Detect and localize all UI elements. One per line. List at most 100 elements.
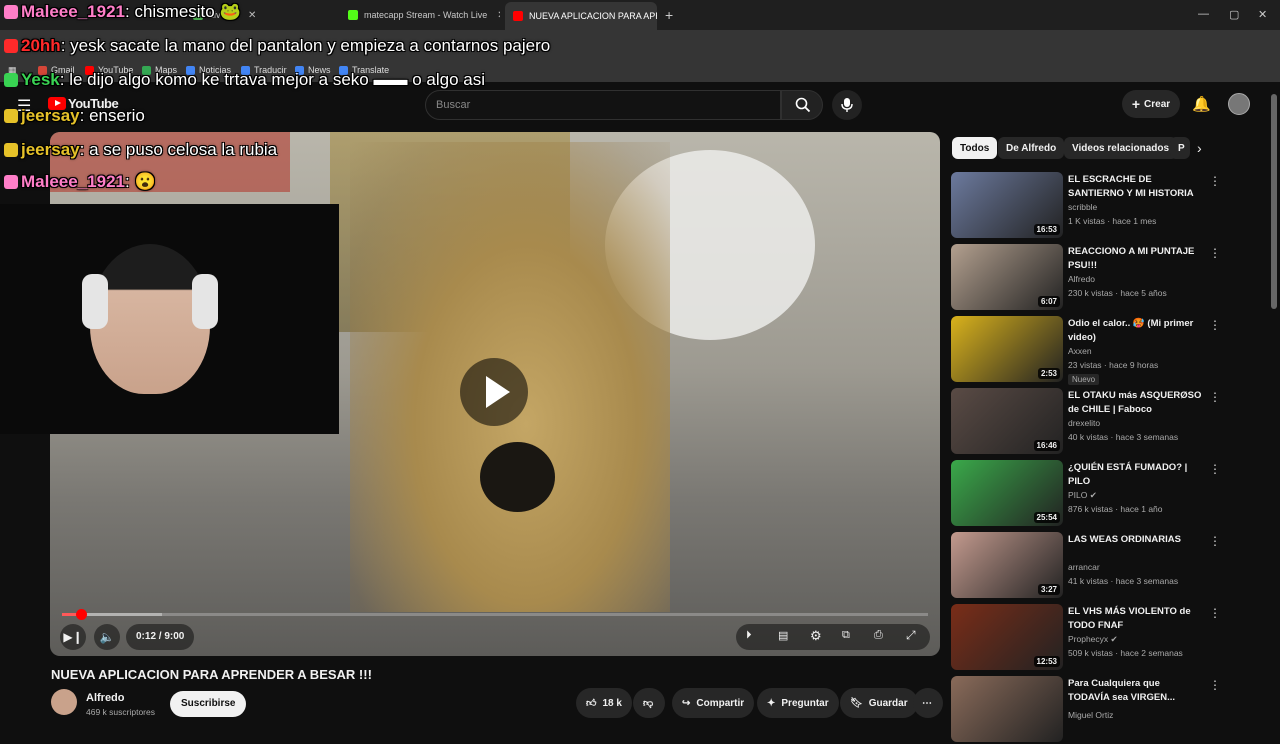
chip-todos[interactable]: Todos [952,137,998,159]
new-badge: Nuevo [1068,374,1100,385]
like-count: 18 k [602,697,622,709]
volume-button[interactable]: 🔈 [94,624,120,650]
video-thumbnail[interactable]: 6:07 [951,244,1063,310]
headphone-right [192,274,218,329]
recommendation-item[interactable]: 12:53 EL VHS MÁS VIOLENTO de TODO FNAF P… [951,604,1231,672]
chip-more[interactable]: P [1170,137,1190,159]
recommendation-channel[interactable]: Alfredo [1068,274,1095,284]
create-button[interactable]: + Crear [1122,90,1180,118]
minimize-button[interactable]: — [1198,8,1209,20]
recommendation-item[interactable]: Para Cualquiera que TODAVÍA sea VIRGEN..… [951,676,1231,744]
recommendation-channel[interactable]: Miguel Ortiz [1068,710,1113,720]
save-button[interactable]: 🔖︎ Guardar [840,688,918,718]
fullscreen-icon[interactable]: ⤢ [906,628,916,643]
recommendation-meta: 876 k vistas · hace 1 año [1068,504,1163,514]
recommendation-item[interactable]: 16:53 EL ESCRACHE DE SANTIERNO Y MI HIST… [951,172,1231,240]
recommendation-title[interactable]: EL VHS MÁS VIOLENTO de TODO FNAF [1068,605,1203,633]
account-avatar[interactable] [1228,93,1250,115]
chip-de-alfredo[interactable]: De Alfredo [998,137,1065,159]
save-label: Guardar [868,697,908,709]
recommendation-item[interactable]: 16:46 EL OTAKU más ASQUERØSO de CHILE | … [951,388,1231,456]
more-vertical-icon[interactable]: ⋮ [1209,174,1221,188]
recommendation-item[interactable]: 3:27 LAS WEAS ORDINARIAS arrancar 41 k v… [951,532,1231,600]
video-thumbnail[interactable]: 3:27 [951,532,1063,598]
more-vertical-icon[interactable]: ⋮ [1209,678,1221,692]
subtitles-icon[interactable]: ▤ [778,629,788,642]
duration-badge: 6:07 [1037,296,1060,307]
more-horizontal-icon: ⋯ [922,697,932,709]
play-icon [486,376,510,408]
miniplayer-icon[interactable]: ⧉ [842,629,850,642]
create-label: Crear [1144,98,1171,110]
big-play-button[interactable] [460,358,528,426]
share-button[interactable]: ↪ Compartir [672,688,755,718]
video-thumbnail[interactable]: 16:53 [951,172,1063,238]
like-button[interactable]: 👍︎ 18 k [576,688,632,718]
recommendation-title[interactable]: LAS WEAS ORDINARIAS [1068,533,1203,547]
more-vertical-icon[interactable]: ⋮ [1209,318,1221,332]
duration-badge: 25:54 [1033,512,1060,523]
search-input[interactable]: Buscar [425,90,781,120]
video-thumbnail[interactable]: 25:54 [951,460,1063,526]
page-scrollbar[interactable] [1271,94,1277,309]
video-thumbnail[interactable]: 12:53 [951,604,1063,670]
video-thumbnail[interactable]: 16:46 [951,388,1063,454]
recommendation-title[interactable]: Odio el calor.. 🥵 (Mi primer video) [1068,317,1203,345]
recommendation-channel[interactable]: arrancar [1068,562,1100,572]
subscribe-button[interactable]: Suscribirse [170,691,247,717]
chevron-right-icon[interactable]: › [1197,140,1202,156]
new-tab-button[interactable]: + [665,7,673,23]
recommendation-title[interactable]: ¿QUIÉN ESTÁ FUMADO? | PILO [1068,461,1203,489]
progress-bar[interactable] [62,613,928,616]
search-button[interactable] [781,90,823,120]
cast-icon[interactable]: ⎙ [874,629,883,642]
ask-button[interactable]: ✦ Preguntar [757,688,839,718]
more-actions-button[interactable]: ⋯ [913,688,943,718]
duration-badge: 12:53 [1033,656,1060,667]
browser-tab[interactable]: matecapp Stream - Watch Live ✕ [340,4,500,26]
browser-tab-active[interactable]: NUEVA APLICACION PARA APR ✕ [505,2,657,30]
video-thumbnail[interactable] [951,676,1063,742]
more-vertical-icon[interactable]: ⋮ [1209,534,1221,548]
recommendation-channel[interactable]: Axxen [1068,346,1092,356]
voice-search-button[interactable] [832,90,862,120]
settings-gear-icon[interactable]: ⚙ [810,628,822,644]
chat-badge-icon [4,109,18,123]
close-window-button[interactable]: ✕ [1258,8,1267,21]
recommendation-channel[interactable]: drexelito [1068,418,1100,428]
recommendation-item[interactable]: 25:54 ¿QUIÉN ESTÁ FUMADO? | PILO PILO ✔ … [951,460,1231,528]
recommendation-channel[interactable]: PILO ✔ [1068,490,1097,501]
more-vertical-icon[interactable]: ⋮ [1209,390,1221,404]
video-thumbnail[interactable]: 2:53 [951,316,1063,382]
chip-videos-relacionados[interactable]: Videos relacionados [1064,137,1178,159]
close-tab-icon[interactable]: ✕ [497,10,500,21]
maximize-button[interactable]: ▢ [1229,8,1239,21]
chat-username: Maleee_1921 [21,172,125,191]
recommendation-item[interactable]: 2:53 Odio el calor.. 🥵 (Mi primer video)… [951,316,1231,385]
close-tab-icon[interactable]: ✕ [248,10,256,21]
chat-message: Maleee_1921: chismesito 🐸 [4,2,241,22]
recommendation-title[interactable]: EL OTAKU más ASQUERØSO de CHILE | Faboco [1068,389,1203,417]
channel-name[interactable]: Alfredo [86,692,125,704]
chat-separator: : [79,140,90,159]
share-label: Compartir [696,697,745,709]
recommendation-item[interactable]: 6:07 REACCIONO A MI PUNTAJE PSU!!! Alfre… [951,244,1231,312]
recommendation-channel[interactable]: Prophecyx ✔ [1068,634,1118,645]
recommendation-title[interactable]: Para Cualquiera que TODAVÍA sea VIRGEN..… [1068,677,1203,705]
play-pause-button[interactable]: ▶❙ [60,624,86,650]
plus-icon: + [1131,96,1141,112]
recommendation-title[interactable]: EL ESCRACHE DE SANTIERNO Y MI HISTORIA C… [1068,173,1203,201]
recommendation-meta: 23 vistas · hace 9 horas [1068,360,1159,370]
recommendation-channel[interactable]: scribble [1068,202,1097,212]
volume-icon: 🔈 [99,630,115,644]
more-vertical-icon[interactable]: ⋮ [1209,606,1221,620]
dislike-button[interactable]: 👎︎ [633,688,665,718]
chat-badge-icon [4,5,18,19]
more-vertical-icon[interactable]: ⋮ [1209,462,1221,476]
more-vertical-icon[interactable]: ⋮ [1209,246,1221,260]
notifications-bell-icon[interactable]: 🔔 [1192,95,1211,113]
channel-avatar[interactable] [51,689,77,715]
progress-scrubber[interactable] [76,609,88,620]
recommendation-title[interactable]: REACCIONO A MI PUNTAJE PSU!!! [1068,245,1203,273]
autoplay-toggle-icon[interactable]: ⏵ [746,629,752,642]
